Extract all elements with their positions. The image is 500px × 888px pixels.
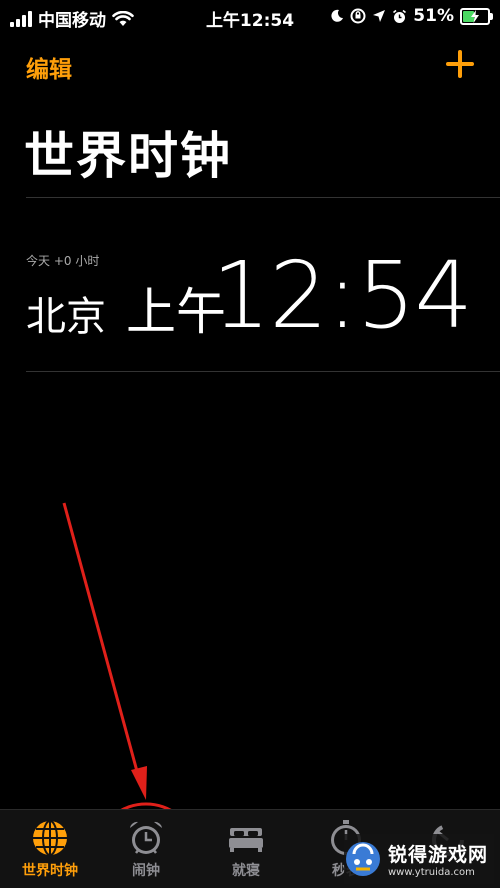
city-name: 北京 bbox=[26, 294, 106, 340]
plus-icon[interactable] bbox=[442, 46, 478, 82]
alarm-clock-icon bbox=[130, 821, 162, 854]
tab-alarm[interactable]: 闹钟 bbox=[96, 818, 196, 888]
alarm-status-icon bbox=[393, 9, 407, 23]
clock-row[interactable]: 今天 +0 小时 北京 上午 12:54 bbox=[0, 200, 500, 372]
tab-alarm-label: 闹钟 bbox=[132, 863, 160, 879]
bed-icon bbox=[229, 828, 263, 852]
row-divider bbox=[26, 371, 500, 372]
clock-time: 12:54 bbox=[211, 242, 473, 349]
rotation-lock-icon bbox=[350, 8, 366, 24]
globe-icon bbox=[33, 820, 67, 856]
edit-button[interactable]: 编辑 bbox=[26, 50, 72, 84]
moon-icon bbox=[331, 9, 344, 22]
tab-world-clock-label: 世界时钟 bbox=[22, 863, 78, 879]
watermark: 锐得游戏网 www.ytruida.com bbox=[344, 834, 494, 884]
screen: 中国移动 上午12:54 51% 编辑 世界时钟 今天 +0 小时 北京 上午 … bbox=[0, 0, 500, 888]
status-right: 51% bbox=[330, 6, 493, 26]
battery-icon bbox=[460, 7, 493, 25]
annotation-arrowhead bbox=[131, 766, 147, 800]
annotation-arrow bbox=[62, 502, 140, 776]
watermark-logo-icon bbox=[346, 842, 380, 876]
time-offset-label: 今天 +0 小时 bbox=[26, 254, 100, 268]
charging-bolt-icon bbox=[471, 9, 479, 23]
status-bar: 中国移动 上午12:54 51% bbox=[0, 0, 500, 34]
battery-percent: 51% bbox=[413, 6, 454, 26]
watermark-name: 锐得游戏网 bbox=[388, 844, 489, 866]
watermark-text: 锐得游戏网 www.ytruida.com bbox=[388, 840, 488, 878]
location-icon bbox=[373, 10, 386, 22]
title-divider bbox=[26, 197, 500, 198]
tab-bedtime[interactable]: 就寝 bbox=[196, 818, 296, 888]
tab-bedtime-label: 就寝 bbox=[232, 863, 260, 879]
tab-world-clock[interactable]: 世界时钟 bbox=[0, 818, 100, 888]
watermark-url: www.ytruida.com bbox=[388, 867, 475, 878]
page-title: 世界时钟 bbox=[24, 127, 232, 185]
